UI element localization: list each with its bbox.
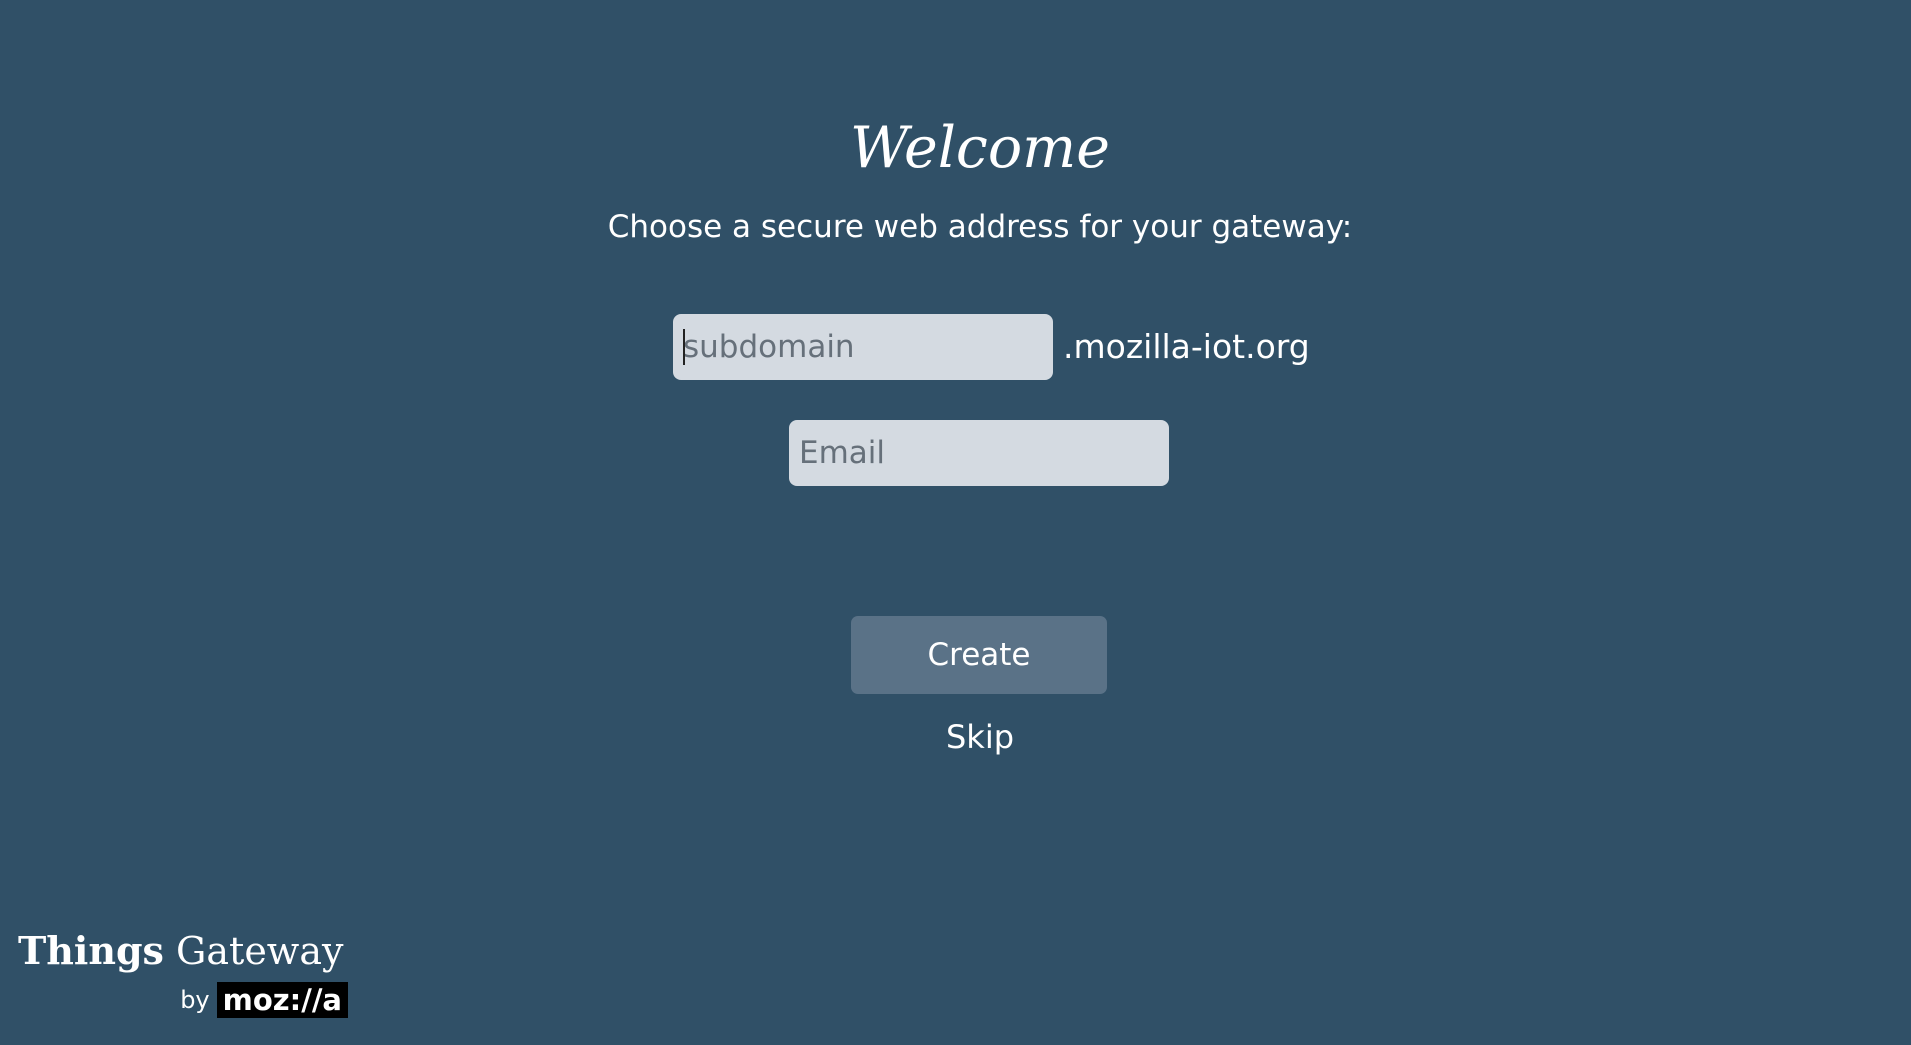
page-subtitle: Choose a secure web address for your gat…	[607, 209, 1353, 245]
brand-gateway: Gateway	[176, 929, 344, 973]
by-mozilla: by moz://a	[180, 982, 348, 1018]
welcome-page: Welcome Choose a secure web address for …	[0, 0, 1911, 1045]
text-caret	[683, 329, 685, 365]
create-button[interactable]: Create	[851, 616, 1107, 694]
brand-name: Things Gateway	[18, 927, 343, 975]
skip-link[interactable]: Skip	[0, 716, 1911, 758]
brand-things: Things	[18, 928, 164, 973]
email-field[interactable]	[789, 420, 1169, 486]
things-gateway-logo: Things Gateway by moz://a	[18, 927, 348, 1019]
subdomain-input[interactable]	[673, 314, 1053, 380]
mozilla-logo: moz://a	[216, 982, 348, 1018]
domain-suffix: .mozilla-iot.org	[1063, 327, 1310, 366]
by-label: by	[180, 986, 210, 1014]
page-title: Welcome	[850, 115, 1110, 181]
